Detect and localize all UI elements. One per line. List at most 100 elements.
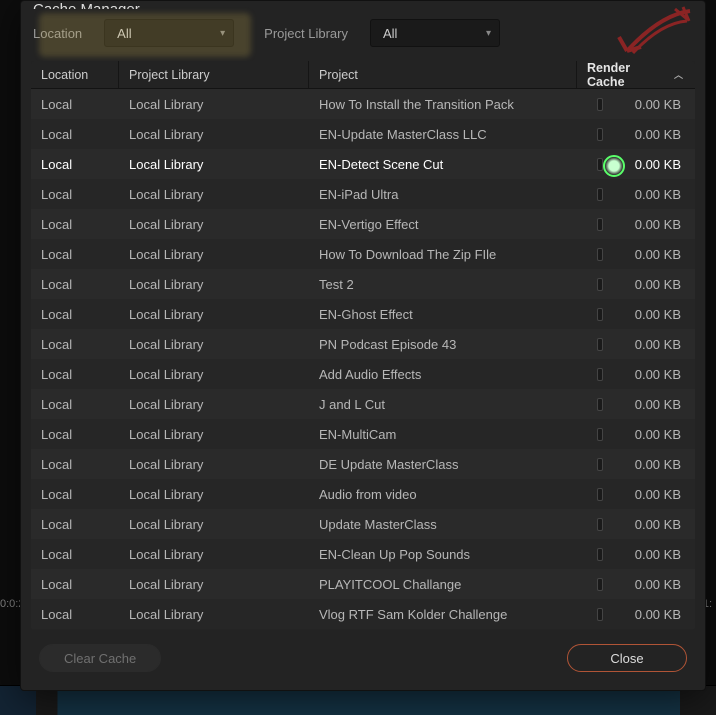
checkbox-icon[interactable] [597, 188, 603, 201]
cell-project: Vlog RTF Sam Kolder Challenge [309, 607, 587, 622]
cell-size: 0.00 KB [613, 157, 695, 172]
checkbox-icon[interactable] [597, 308, 603, 321]
checkbox-icon[interactable] [597, 368, 603, 381]
cell-checkbox[interactable] [587, 428, 613, 441]
checkbox-icon[interactable] [597, 548, 603, 561]
cell-checkbox[interactable] [587, 128, 613, 141]
table-row[interactable]: LocalLocal LibraryAudio from video0.00 K… [31, 479, 695, 509]
cell-size: 0.00 KB [613, 427, 695, 442]
table-row[interactable]: LocalLocal LibraryEN-Ghost Effect0.00 KB [31, 299, 695, 329]
library-dropdown[interactable]: All ▾ [370, 19, 500, 47]
cell-checkbox[interactable] [587, 578, 613, 591]
checkbox-icon[interactable] [597, 338, 603, 351]
table-row[interactable]: LocalLocal LibraryPLAYITCOOL Challange0.… [31, 569, 695, 599]
checkbox-icon[interactable] [597, 98, 603, 111]
checkbox-icon[interactable] [597, 608, 603, 621]
table-row[interactable]: LocalLocal LibraryEN-Clean Up Pop Sounds… [31, 539, 695, 569]
table-row[interactable]: LocalLocal LibraryTest 20.00 KB [31, 269, 695, 299]
table-row[interactable]: LocalLocal LibraryEN-iPad Ultra0.00 KB [31, 179, 695, 209]
location-dropdown[interactable]: All ▾ [104, 19, 234, 47]
cell-checkbox[interactable] [587, 308, 613, 321]
checkbox-icon[interactable] [597, 488, 603, 501]
checkbox-icon[interactable] [597, 128, 603, 141]
table-row[interactable]: LocalLocal LibraryEN-Vertigo Effect0.00 … [31, 209, 695, 239]
cell-location: Local [31, 607, 119, 622]
cell-size: 0.00 KB [613, 217, 695, 232]
cell-checkbox[interactable] [587, 278, 613, 291]
checkbox-icon[interactable] [597, 518, 603, 531]
cell-library: Local Library [119, 337, 309, 352]
table-row[interactable]: LocalLocal LibraryVlog RTF Sam Kolder Ch… [31, 599, 695, 629]
cell-library: Local Library [119, 127, 309, 142]
cell-size: 0.00 KB [613, 247, 695, 262]
dialog-footer: Clear Cache Close [21, 630, 705, 690]
table-row[interactable]: LocalLocal LibraryUpdate MasterClass0.00… [31, 509, 695, 539]
cell-checkbox[interactable] [587, 398, 613, 411]
cell-size: 0.00 KB [613, 517, 695, 532]
col-location[interactable]: Location [31, 61, 119, 88]
cell-location: Local [31, 97, 119, 112]
cell-location: Local [31, 427, 119, 442]
cell-checkbox[interactable] [587, 218, 613, 231]
checkbox-icon[interactable] [597, 218, 603, 231]
cell-location: Local [31, 307, 119, 322]
checkbox-icon[interactable] [597, 578, 603, 591]
col-render-cache[interactable]: Render Cache ︿ [577, 61, 695, 88]
checkbox-icon[interactable] [597, 248, 603, 261]
sort-asc-icon: ︿ [674, 68, 683, 81]
table-row[interactable]: LocalLocal LibraryJ and L Cut0.00 KB [31, 389, 695, 419]
checkbox-icon[interactable] [597, 458, 603, 471]
close-button[interactable]: Close [567, 644, 687, 672]
cell-project: How To Install the Transition Pack [309, 97, 587, 112]
cell-checkbox[interactable] [587, 518, 613, 531]
table-row[interactable]: LocalLocal LibraryEN-MultiCam0.00 KB [31, 419, 695, 449]
cell-project: J and L Cut [309, 397, 587, 412]
cell-library: Local Library [119, 247, 309, 262]
cell-project: DE Update MasterClass [309, 457, 587, 472]
cell-library: Local Library [119, 187, 309, 202]
table-body[interactable]: LocalLocal LibraryHow To Install the Tra… [31, 89, 695, 630]
cell-checkbox[interactable] [587, 548, 613, 561]
checkbox-icon[interactable] [597, 158, 603, 171]
col-library[interactable]: Project Library [119, 61, 309, 88]
cell-size: 0.00 KB [613, 577, 695, 592]
cell-size: 0.00 KB [613, 547, 695, 562]
cell-location: Local [31, 517, 119, 532]
table-row[interactable]: LocalLocal LibraryEN-Detect Scene Cut0.0… [31, 149, 695, 179]
cell-location: Local [31, 217, 119, 232]
clear-cache-button[interactable]: Clear Cache [39, 644, 161, 672]
cell-checkbox[interactable] [587, 158, 613, 171]
location-dropdown-value: All [117, 26, 131, 41]
cell-checkbox[interactable] [587, 488, 613, 501]
table-row[interactable]: LocalLocal LibraryDE Update MasterClass0… [31, 449, 695, 479]
cell-project: EN-Update MasterClass LLC [309, 127, 587, 142]
cell-checkbox[interactable] [587, 458, 613, 471]
cell-location: Local [31, 577, 119, 592]
cell-checkbox[interactable] [587, 98, 613, 111]
table-row[interactable]: LocalLocal LibraryHow To Download The Zi… [31, 239, 695, 269]
cache-manager-dialog: Cache Manager Location All ▾ Project Lib… [20, 0, 706, 691]
cell-location: Local [31, 187, 119, 202]
cell-checkbox[interactable] [587, 368, 613, 381]
cell-library: Local Library [119, 487, 309, 502]
cell-location: Local [31, 397, 119, 412]
table-row[interactable]: LocalLocal LibraryHow To Install the Tra… [31, 89, 695, 119]
checkbox-icon[interactable] [597, 428, 603, 441]
checkbox-icon[interactable] [597, 398, 603, 411]
table-row[interactable]: LocalLocal LibraryEN-Update MasterClass … [31, 119, 695, 149]
cell-library: Local Library [119, 577, 309, 592]
cell-checkbox[interactable] [587, 608, 613, 621]
table-row[interactable]: LocalLocal LibraryAdd Audio Effects0.00 … [31, 359, 695, 389]
checkbox-icon[interactable] [597, 278, 603, 291]
cell-size: 0.00 KB [613, 337, 695, 352]
cell-library: Local Library [119, 307, 309, 322]
col-project[interactable]: Project [309, 61, 577, 88]
cell-project: EN-Ghost Effect [309, 307, 587, 322]
dialog-title: Cache Manager [21, 1, 705, 9]
cell-checkbox[interactable] [587, 248, 613, 261]
cell-checkbox[interactable] [587, 188, 613, 201]
cell-size: 0.00 KB [613, 277, 695, 292]
table-row[interactable]: LocalLocal LibraryPN Podcast Episode 430… [31, 329, 695, 359]
cell-size: 0.00 KB [613, 127, 695, 142]
cell-checkbox[interactable] [587, 338, 613, 351]
